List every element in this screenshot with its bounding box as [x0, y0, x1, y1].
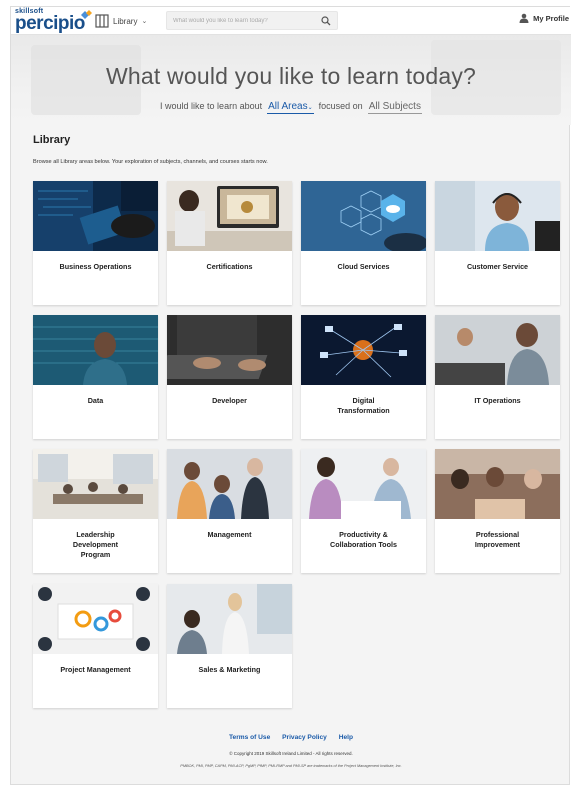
card-title: Management — [207, 530, 252, 539]
card-image — [435, 181, 560, 251]
privacy-policy-link[interactable]: Privacy Policy — [282, 734, 327, 741]
subjects-dropdown[interactable]: All Subjects — [367, 101, 422, 114]
card-image — [301, 181, 426, 251]
trademark-notice: PMBOK, PMI, PMP, CAPM, PMI-ACP, PgMP, Pf… — [180, 764, 402, 768]
logo-main-text: percipio — [15, 13, 85, 34]
card-title: Customer Service — [466, 262, 529, 271]
page-frame: skillsoft percipio Library ⌄ What would … — [10, 6, 571, 785]
card-image — [301, 449, 426, 519]
card-image — [167, 315, 292, 385]
chevron-down-icon: ⌄ — [307, 105, 313, 111]
library-card-project-management[interactable]: Project Management — [33, 584, 158, 708]
library-menu-label: Library — [113, 16, 138, 26]
columns-icon — [95, 14, 109, 28]
learning-filter-sentence: I would like to learn about All Areas⌄ f… — [11, 101, 571, 114]
library-card-management[interactable]: Management — [167, 449, 292, 573]
library-description: Browse all Library areas below. Your exp… — [33, 159, 268, 165]
card-image — [301, 315, 426, 385]
card-image — [435, 449, 560, 519]
areas-dropdown[interactable]: All Areas⌄ — [267, 101, 314, 114]
filter-prefix: I would like to learn about — [160, 101, 263, 111]
search-box — [166, 11, 338, 30]
library-menu-button[interactable]: Library ⌄ — [95, 11, 147, 31]
my-profile-button[interactable]: My Profile — [519, 13, 569, 23]
card-title: Developer — [212, 396, 247, 405]
hero-banner: What would you like to learn today? I wo… — [11, 35, 571, 125]
footer-links: Terms of Use Privacy Policy Help — [11, 734, 571, 741]
card-image — [33, 315, 158, 385]
hero-title: What would you like to learn today? — [105, 63, 477, 89]
card-title: Leadership Development Program — [72, 530, 119, 559]
library-card-data[interactable]: Data — [33, 315, 158, 439]
library-card-leadership-development-program[interactable]: Leadership Development Program — [33, 449, 158, 573]
chevron-down-icon: ⌄ — [141, 18, 148, 25]
search-input[interactable] — [173, 15, 313, 27]
library-card-developer[interactable]: Developer — [167, 315, 292, 439]
card-image — [33, 584, 158, 654]
library-card-business-operations[interactable]: Business Operations — [33, 181, 158, 305]
my-profile-label: My Profile — [533, 13, 569, 23]
user-icon — [519, 13, 529, 23]
terms-of-use-link[interactable]: Terms of Use — [229, 734, 270, 741]
card-image — [33, 449, 158, 519]
library-card-sales-marketing[interactable]: Sales & Marketing — [167, 584, 292, 708]
card-title: Productivity & Collaboration Tools — [330, 530, 397, 549]
card-title: IT Operations — [474, 396, 521, 405]
library-card-certifications[interactable]: Certifications — [167, 181, 292, 305]
card-title: Data — [87, 396, 104, 405]
library-card-digital-transformation[interactable]: Digital Transformation — [301, 315, 426, 439]
card-title: Certifications — [206, 262, 253, 271]
library-card-it-operations[interactable]: IT Operations — [435, 315, 560, 439]
library-card-cloud-services[interactable]: Cloud Services — [301, 181, 426, 305]
percipio-logo[interactable]: skillsoft percipio — [15, 8, 93, 34]
card-title: Project Management — [60, 665, 131, 674]
card-image — [167, 449, 292, 519]
library-card-customer-service[interactable]: Customer Service — [435, 181, 560, 305]
help-link[interactable]: Help — [339, 734, 353, 741]
card-image — [33, 181, 158, 251]
search-icon[interactable] — [321, 16, 331, 26]
library-heading: Library — [33, 134, 71, 146]
card-title: Business Operations — [59, 262, 132, 271]
card-image — [435, 315, 560, 385]
library-card-productivity-collaboration-tools[interactable]: Productivity & Collaboration Tools — [301, 449, 426, 573]
card-image — [167, 584, 292, 654]
logo-mark-icon — [81, 10, 92, 19]
library-card-professional-improvement[interactable]: Professional Improvement — [435, 449, 560, 573]
filter-middle: focused on — [318, 101, 363, 111]
areas-dropdown-value: All Areas — [268, 101, 308, 112]
card-image — [167, 181, 292, 251]
card-title: Professional Improvement — [474, 530, 521, 549]
card-title: Cloud Services — [337, 262, 390, 271]
copyright-text: © Copyright 2019 Skillsoft Ireland Limit… — [229, 751, 353, 756]
top-navigation-bar: skillsoft percipio Library ⌄ What would … — [11, 7, 571, 35]
card-title: Sales & Marketing — [198, 665, 261, 674]
card-title: Digital Transformation — [337, 396, 390, 415]
